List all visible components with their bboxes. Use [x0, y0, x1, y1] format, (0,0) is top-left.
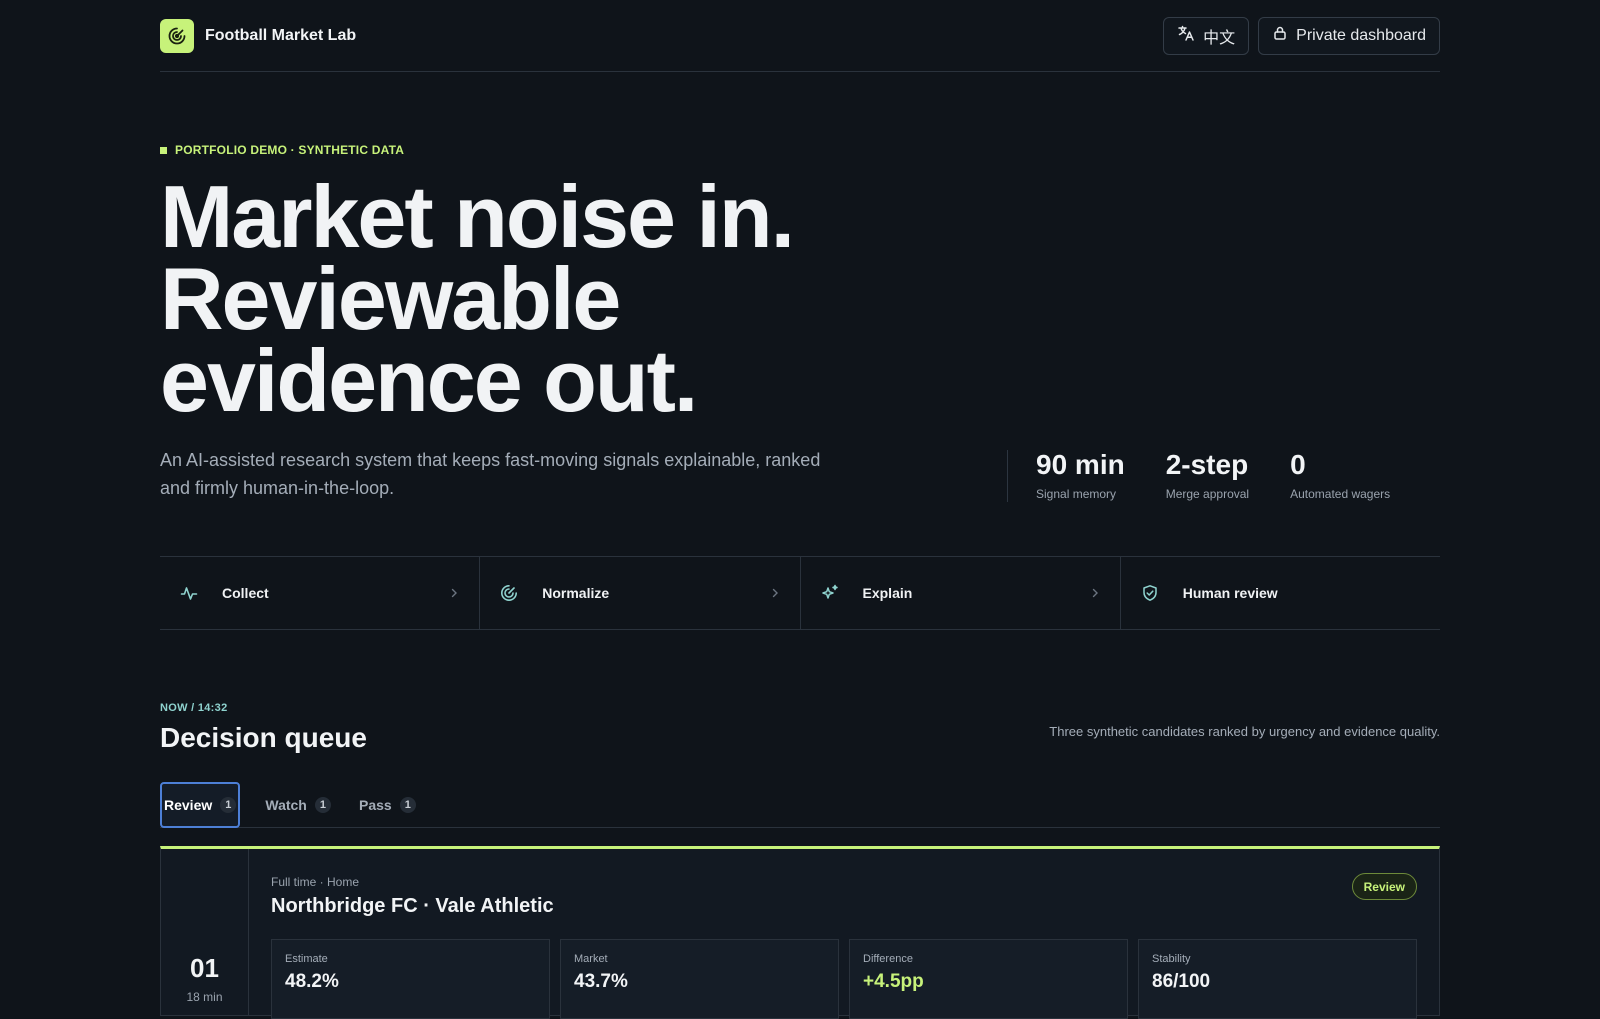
translate-icon — [1177, 24, 1195, 47]
tab-label: Review — [164, 797, 213, 813]
stat-label: Signal memory — [1036, 487, 1117, 501]
eyebrow-text: PORTFOLIO DEMO · SYNTHETIC DATA — [175, 143, 405, 157]
hero-eyebrow: PORTFOLIO DEMO · SYNTHETIC DATA — [160, 143, 1440, 157]
radar-logo-icon — [160, 18, 194, 53]
step-label: Explain — [862, 585, 913, 601]
brand-name: Football Market Lab — [205, 26, 357, 44]
stat-automated-wagers: 0 Automated wagers — [1290, 450, 1390, 502]
stat-label: Automated wagers — [1290, 487, 1391, 501]
private-dashboard-button[interactable]: Private dashboard — [1258, 16, 1440, 55]
candidate-body: Full time · Home Northbridge FC · Vale A… — [249, 849, 1439, 1019]
metric-label: Difference — [863, 953, 913, 965]
chevron-right-icon — [1090, 585, 1100, 601]
pipeline-steps: Collect Normalize Explain Human review — [160, 556, 1440, 630]
tab-count-badge: 1 — [314, 797, 331, 813]
hero-lede: An AI-assisted research system that keep… — [160, 450, 821, 498]
step-explain[interactable]: Explain — [801, 557, 1121, 629]
metrics-row: Estimate 48.2% Market 43.7% Difference +… — [271, 939, 1417, 1019]
status-badge: Review — [1351, 873, 1417, 900]
match-meta: Full time · Home — [271, 875, 360, 889]
metric-label: Stability — [1152, 953, 1191, 965]
stat-value: 2-step — [1165, 449, 1249, 480]
headline-line: Market noise in. — [160, 167, 795, 266]
metric-value: 43.7% — [574, 971, 628, 992]
step-label: Human review — [1182, 585, 1278, 601]
hero-stats: 90 min Signal memory 2-step Merge approv… — [1007, 450, 1390, 502]
metric-value: +4.5pp — [863, 971, 924, 992]
private-dashboard-label: Private dashboard — [1296, 26, 1426, 44]
queue-description: Three synthetic candidates ranked by urg… — [1049, 724, 1440, 739]
top-actions: 中文 Private dashboard — [1163, 16, 1440, 55]
rank-number: 01 — [190, 953, 219, 983]
hero-headline: Market noise in. Reviewable evidence out… — [160, 167, 1440, 430]
step-normalize[interactable]: Normalize — [480, 557, 801, 629]
step-human-review[interactable]: Human review — [1121, 557, 1440, 629]
queue-timestamp: NOW / 14:32 — [160, 702, 228, 714]
rank-time: 18 min — [186, 990, 223, 1004]
metric-label: Estimate — [285, 953, 328, 965]
step-collect[interactable]: Collect — [160, 557, 481, 629]
tab-label: Watch — [265, 797, 307, 813]
metric-market: Market 43.7% — [560, 939, 839, 1019]
tab-count-badge: 1 — [220, 797, 237, 813]
metric-difference: Difference +4.5pp — [849, 939, 1128, 1019]
match-title: Northbridge FC · Vale Athletic — [271, 895, 554, 917]
metric-estimate: Estimate 48.2% — [271, 939, 550, 1019]
activity-icon — [178, 582, 200, 604]
chevron-right-icon — [449, 585, 459, 601]
candidate-rank: 01 18 min — [161, 849, 249, 1015]
metric-label: Market — [574, 953, 608, 965]
language-label: 中文 — [1203, 29, 1236, 47]
metric-stability: Stability 86/100 — [1138, 939, 1417, 1019]
brand[interactable]: Football Market Lab — [160, 18, 357, 53]
sparkles-icon — [819, 582, 841, 604]
tab-review[interactable]: Review 1 — [160, 782, 241, 828]
stat-signal-memory: 90 min Signal memory — [1036, 450, 1125, 502]
language-button[interactable]: 中文 — [1163, 16, 1250, 55]
tab-pass[interactable]: Pass 1 — [356, 782, 419, 828]
headline-line: Reviewable — [160, 249, 621, 348]
step-label: Normalize — [542, 585, 610, 601]
tab-watch[interactable]: Watch 1 — [262, 782, 334, 828]
queue-tabs: Review 1 Watch 1 Pass 1 — [160, 782, 1440, 828]
stat-label: Merge approval — [1165, 487, 1250, 501]
eyebrow-square-icon — [160, 146, 167, 154]
stat-value: 0 — [1290, 449, 1306, 480]
headline-line: evidence out. — [160, 331, 698, 430]
shield-check-icon — [1139, 582, 1161, 604]
radar-icon — [498, 582, 520, 604]
candidate-card[interactable]: 01 18 min Full time · Home Northbridge F… — [160, 846, 1440, 1019]
top-bar: Football Market Lab 中文 Private dashboard — [160, 0, 1440, 72]
stat-value: 90 min — [1036, 449, 1125, 480]
metric-value: 48.2% — [285, 971, 339, 992]
tab-count-badge: 1 — [399, 797, 416, 813]
stat-merge-approval: 2-step Merge approval — [1166, 450, 1249, 502]
metric-value: 86/100 — [1152, 971, 1211, 992]
tab-label: Pass — [358, 797, 392, 813]
lock-icon — [1272, 25, 1288, 46]
step-label: Collect — [222, 585, 269, 601]
chevron-right-icon — [770, 585, 780, 601]
